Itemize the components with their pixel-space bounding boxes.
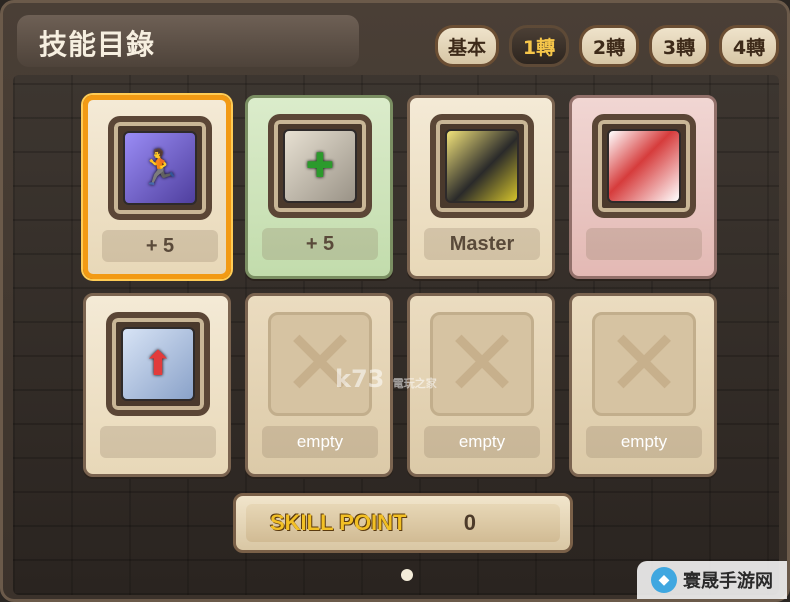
skill-level-label: + 5 (262, 228, 378, 260)
tab-basic[interactable]: 基本 (435, 25, 500, 67)
skill-card[interactable]: ✚ + 5 (245, 95, 393, 279)
skill-icon-frame: ✚ (268, 114, 372, 218)
title-bar: 技能目錄 (17, 15, 359, 67)
skill-level-label (100, 426, 216, 458)
empty-skill-slot: ✕ empty (569, 293, 717, 477)
skill-catalog-window: 技能目錄 基本 1轉 2轉 3轉 4轉 ••• 🏃 + 5 ✚ + 5 Mast… (0, 0, 790, 602)
window-title: 技能目錄 (39, 28, 156, 61)
skill-icon-frame (592, 114, 696, 218)
tab-job-2[interactable]: 2轉 (579, 25, 640, 67)
empty-slot-label: empty (586, 426, 702, 458)
skill-point-panel: SKILL POINT 0 (233, 493, 573, 553)
tab-job-3[interactable]: 3轉 (649, 25, 710, 67)
healing-staff-icon: ✚ (283, 129, 357, 203)
power-boost-icon: ⬆ (121, 327, 195, 401)
site-brand-badge: ◆ 寰晟手游网 (637, 561, 787, 599)
skill-card[interactable]: 🏃 + 5 (83, 95, 231, 279)
empty-slot-icon: ✕ (430, 312, 534, 416)
skill-level-label: Master (424, 228, 540, 260)
job-tabs: 基本 1轉 2轉 3轉 4轉 (435, 25, 780, 67)
red-spiral-icon (607, 129, 681, 203)
skill-icon-frame (430, 114, 534, 218)
watermark-text: k73 (335, 365, 385, 393)
watermark: k73 電玩之家 (335, 365, 437, 393)
skill-icon-frame: 🏃 (108, 116, 212, 220)
skill-card[interactable]: Master (407, 95, 555, 279)
empty-slot-icon: ✕ (268, 312, 372, 416)
brand-text: 寰晟手游网 (683, 571, 773, 592)
skill-point-label: SKILL POINT (270, 510, 407, 535)
skill-level-label: + 5 (102, 230, 218, 262)
skill-level-label (586, 228, 702, 260)
skill-point-value: 0 (463, 510, 476, 535)
skill-card[interactable]: ⬆ (83, 293, 231, 477)
brand-logo-icon: ◆ (651, 567, 677, 593)
empty-slot-label: empty (262, 426, 378, 458)
skill-card[interactable] (569, 95, 717, 279)
empty-slot-label: empty (424, 426, 540, 458)
skill-icon-frame: ⬆ (106, 312, 210, 416)
running-skill-icon: 🏃 (123, 131, 197, 205)
beast-claw-icon (445, 129, 519, 203)
watermark-subtext: 電玩之家 (392, 377, 437, 390)
tab-job-4[interactable]: 4轉 (719, 25, 780, 67)
page-indicator-dot[interactable] (401, 569, 413, 581)
empty-slot-icon: ✕ (592, 312, 696, 416)
tab-job-1[interactable]: 1轉 (509, 25, 570, 67)
